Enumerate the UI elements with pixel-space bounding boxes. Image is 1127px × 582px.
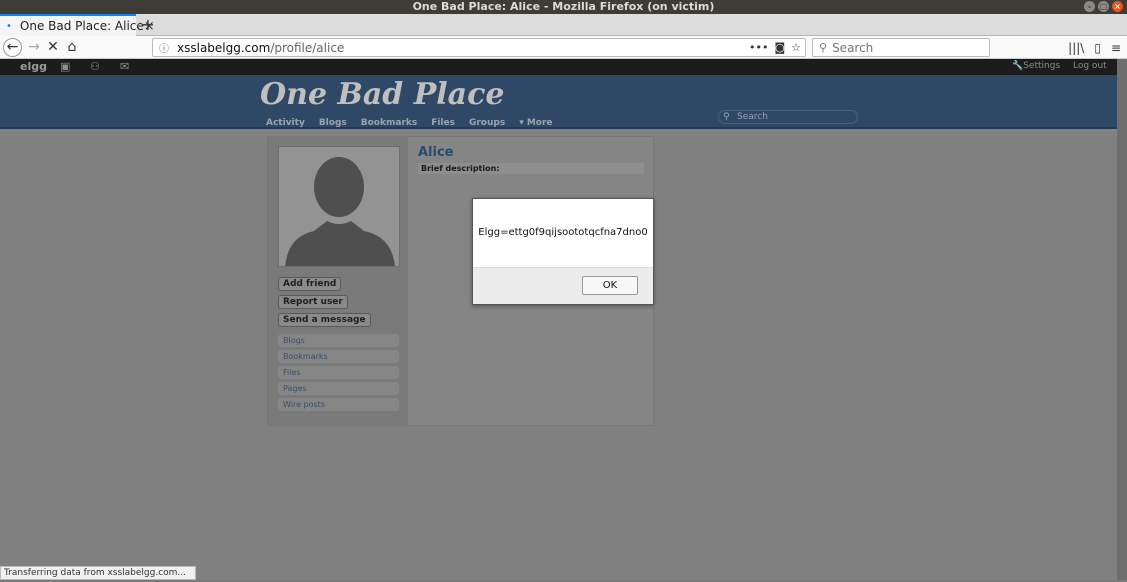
profile-link-pages[interactable]: Pages [278,382,399,395]
page-content: elgg ▣ ⚇ ✉ 🔧Settings Log out One Bad Pla… [0,59,1117,580]
library-icon[interactable]: |||\ [1068,41,1084,55]
url-host: xsslabelgg.com [177,40,271,55]
logout-link[interactable]: Log out [1073,61,1107,71]
menu-item-files[interactable]: Files [431,118,455,128]
site-menu: Activity Blogs Bookmarks Files Groups ▾ … [266,118,553,128]
menu-item-bookmarks[interactable]: Bookmarks [361,118,417,128]
window-title: One Bad Place: Alice - Mozilla Firefox (… [412,0,715,13]
sidebar-toggle-icon[interactable]: ▯ [1094,41,1101,55]
elgg-logo[interactable]: elgg [20,60,47,73]
window-controls: – □ × [1084,1,1123,12]
tab-strip: • One Bad Place: Alice × + [0,14,1127,36]
avatar[interactable] [278,146,400,267]
window-titlebar: One Bad Place: Alice - Mozilla Firefox (… [0,0,1127,14]
profile-icon[interactable]: ▣ [60,60,70,73]
send-message-button[interactable]: Send a message [278,313,371,327]
url-path: /profile/alice [270,40,345,55]
profile-name: Alice [418,145,454,160]
page-scrollbar[interactable] [1117,59,1127,580]
alert-dialog: Elgg=ettg0f9qijsoototqcfna7dno0 OK [472,198,654,305]
wrench-icon: 🔧 [1012,61,1024,71]
menu-item-blogs[interactable]: Blogs [319,118,347,128]
status-bar: Transferring data from xsslabelgg.com... [0,566,196,580]
tab-title: One Bad Place: Alice [19,19,144,33]
new-tab-button[interactable]: + [140,16,156,34]
alert-ok-button[interactable]: OK [582,276,638,295]
menu-item-more[interactable]: ▾ More [519,118,552,128]
minimize-button[interactable]: – [1084,1,1095,12]
messages-icon[interactable]: ✉ [120,60,129,73]
brief-description-label: Brief description: [418,163,644,174]
tab-alice-profile[interactable]: • One Bad Place: Alice × [0,14,155,36]
profile-sidebar: Add friend Report user Send a message Bl… [268,137,408,425]
menu-item-groups[interactable]: Groups [469,118,505,128]
elgg-topbar: elgg ▣ ⚇ ✉ 🔧Settings Log out [0,59,1117,75]
home-button[interactable]: ⌂ [62,38,82,57]
friends-icon[interactable]: ⚇ [90,60,100,73]
alert-message: Elgg=ettg0f9qijsoototqcfna7dno0 [478,227,648,238]
tab-loading-icon: • [6,20,12,32]
profile-link-blogs[interactable]: Blogs [278,334,399,347]
back-button[interactable]: ← [3,38,22,57]
search-icon: ⚲ [819,41,828,54]
toolbar-right: |||\ ▯ ≡ [1068,38,1121,57]
nav-bar: ← → ✕ ⌂ ⓘ xsslabelgg.com/profile/alice •… [0,36,1127,59]
site-name[interactable]: One Bad Place [260,77,504,112]
maximize-button[interactable]: □ [1098,1,1109,12]
close-window-button[interactable]: × [1112,1,1123,12]
site-search-input[interactable]: ⚲ Search [718,110,858,124]
site-search-placeholder: Search [737,112,768,122]
settings-link[interactable]: 🔧Settings [1012,61,1060,71]
profile-link-wire-posts[interactable]: Wire posts [278,398,399,411]
bookmark-star-icon[interactable]: ☆ [791,41,801,54]
avatar-silhouette-icon [285,157,395,266]
url-bar-actions: ••• ◙ ☆ [749,39,801,56]
forward-button[interactable]: → [24,38,44,57]
add-friend-button[interactable]: Add friend [278,277,342,291]
browser-search-input[interactable]: ⚲ Search [812,38,990,57]
stop-button[interactable]: ✕ [43,38,63,57]
browser-search-placeholder: Search [832,40,874,55]
site-info-icon[interactable]: ⓘ [159,40,169,55]
page-actions-icon[interactable]: ••• [749,41,768,54]
pocket-icon[interactable]: ◙ [774,41,785,54]
menu-item-activity[interactable]: Activity [266,118,305,128]
site-header: One Bad Place Activity Blogs Bookmarks F… [0,75,1117,129]
url-bar[interactable]: ⓘ xsslabelgg.com/profile/alice ••• ◙ ☆ [152,38,806,57]
report-user-button[interactable]: Report user [278,295,348,309]
profile-link-files[interactable]: Files [278,366,399,379]
site-search-icon: ⚲ [723,112,730,122]
alert-footer: OK [473,267,653,304]
hamburger-menu-icon[interactable]: ≡ [1111,41,1121,55]
settings-label: Settings [1023,61,1061,71]
profile-link-bookmarks[interactable]: Bookmarks [278,350,399,363]
